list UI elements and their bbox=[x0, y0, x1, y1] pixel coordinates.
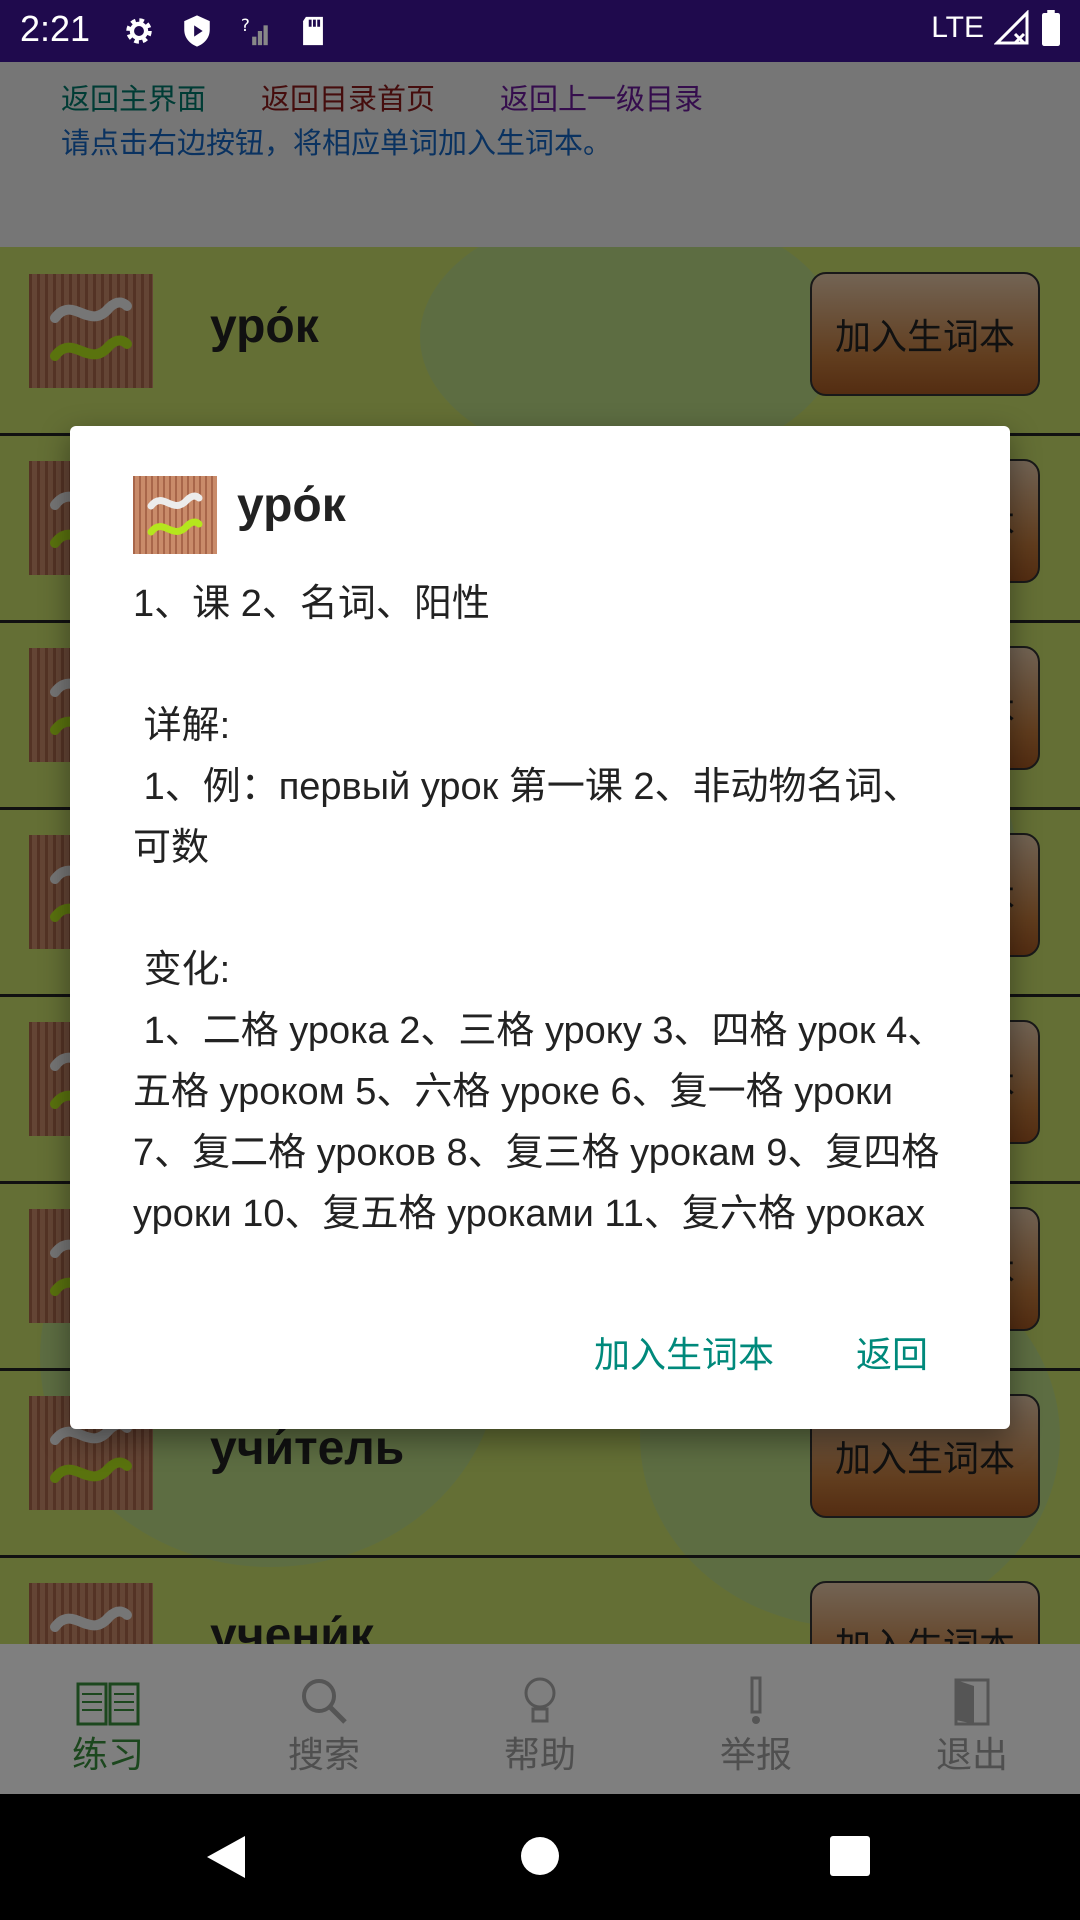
status-time: 2:21 bbox=[20, 8, 91, 49]
back-button[interactable]: 返回 bbox=[856, 1326, 928, 1378]
sd-card-icon bbox=[303, 16, 323, 46]
word-detail-dialog: уро́к 1、课 2、名词、阳性 详解: 1、例：первый урок 第一… bbox=[70, 426, 1010, 1429]
nav-home-icon[interactable] bbox=[520, 1836, 560, 1876]
status-bar: 2:21 ? LTE bbox=[0, 0, 1080, 62]
battery-icon bbox=[1042, 10, 1060, 46]
word-logo-icon bbox=[133, 476, 217, 554]
dialog-body: 1、课 2、名词、阳性 详解: 1、例：первый урок 第一课 2、非动… bbox=[133, 583, 946, 1235]
dialog-title: уро́к bbox=[237, 479, 346, 532]
system-nav-bar bbox=[0, 1794, 1080, 1920]
add-to-vocab-button[interactable]: 加入生词本 bbox=[594, 1326, 774, 1378]
nav-recents-icon[interactable] bbox=[830, 1836, 870, 1876]
nav-back-icon[interactable] bbox=[205, 1834, 247, 1880]
network-type: LTE bbox=[931, 11, 984, 44]
status-right: LTE bbox=[931, 10, 1062, 46]
gear-icon bbox=[126, 18, 152, 44]
signal-icon bbox=[994, 10, 1029, 45]
shield-play-icon bbox=[184, 15, 210, 47]
no-signal-icon: ? bbox=[241, 16, 268, 46]
svg-text:?: ? bbox=[241, 16, 250, 36]
